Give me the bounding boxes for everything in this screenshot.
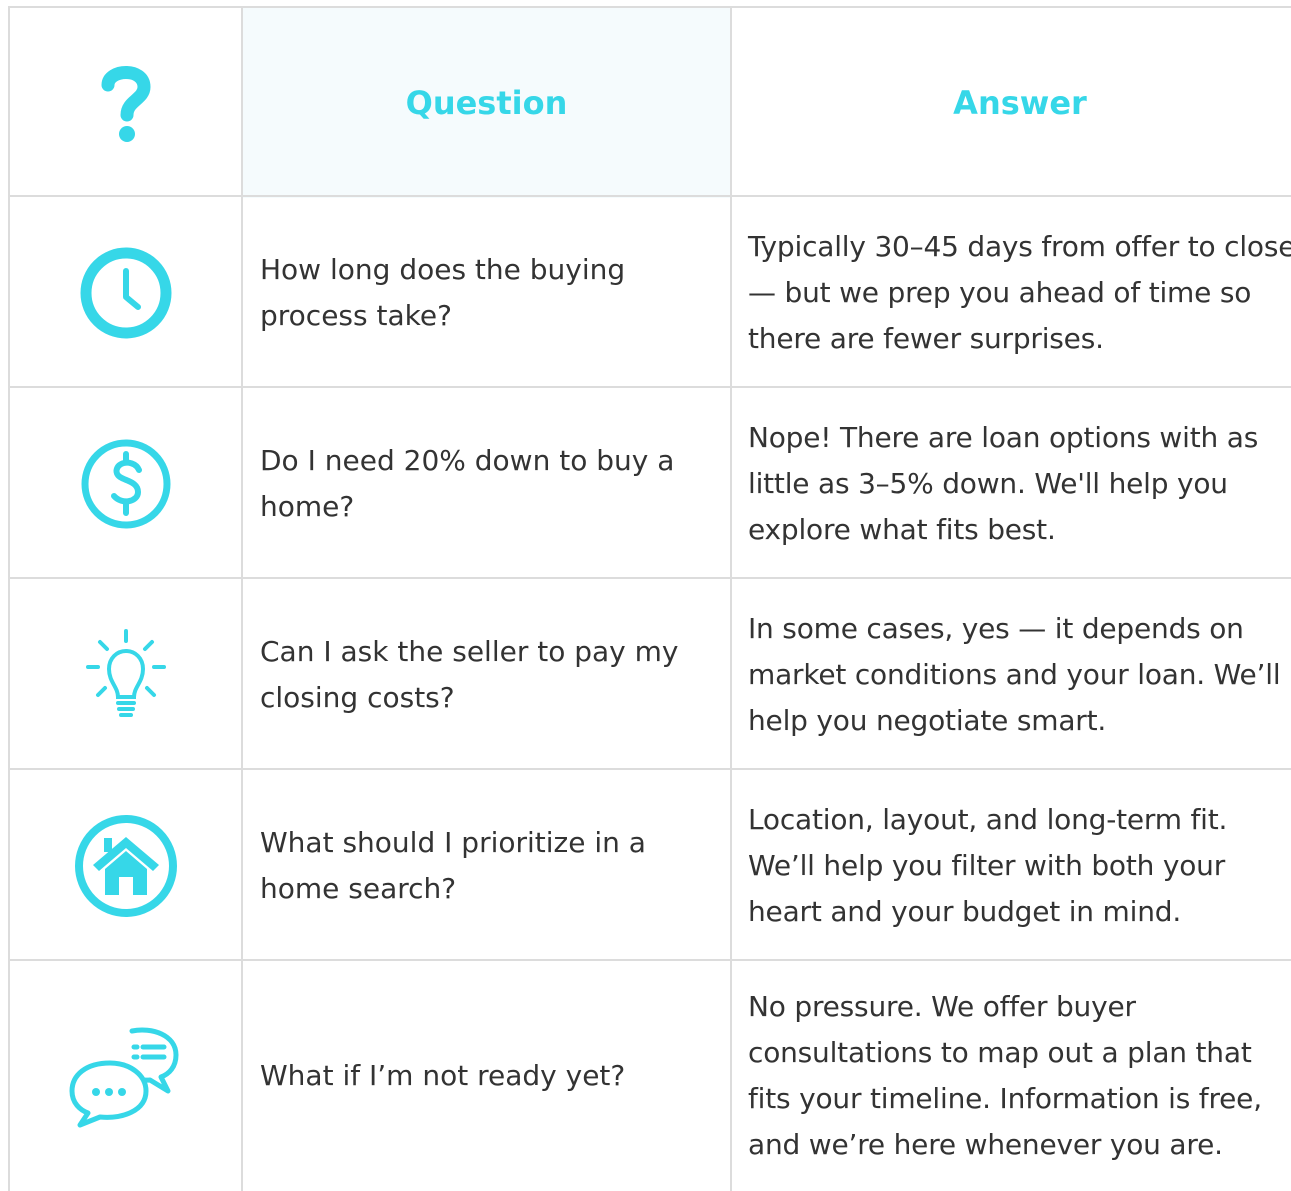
answer-text: No pressure. We offer buyer consultation…: [748, 990, 1262, 1161]
question-mark-icon: [101, 66, 151, 142]
house-circle-icon: [74, 815, 177, 917]
question-text: Do I need 20% down to buy a home?: [260, 444, 675, 523]
question-cell: How long does the buying process take?: [241, 197, 730, 389]
answer-text: Typically 30–45 days from offer to close…: [748, 230, 1291, 355]
table-row: What if I’m not ready yet? No pressure. …: [8, 959, 1291, 1191]
answer-cell: Typically 30–45 days from offer to close…: [730, 197, 1291, 389]
row-icon-cell: [8, 388, 241, 580]
answer-column-header: Answer: [953, 84, 1087, 122]
answer-text: In some cases, yes — it depends on marke…: [748, 612, 1281, 737]
answer-cell: In some cases, yes — it depends on marke…: [730, 579, 1291, 771]
lightbulb-icon: [85, 629, 166, 717]
question-column-header: Question: [405, 84, 568, 122]
chat-bubbles-icon: [69, 1027, 178, 1128]
table-row: Do I need 20% down to buy a home? Nope! …: [8, 386, 1291, 580]
header-icon-cell: [8, 8, 241, 198]
question-cell: Can I ask the seller to pay my closing c…: [241, 579, 730, 771]
question-cell: What should I prioritize in a home searc…: [241, 770, 730, 962]
row-icon-cell: [8, 197, 241, 389]
row-icon-cell: [8, 579, 241, 771]
row-icon-cell: [8, 770, 241, 962]
answer-cell: Location, layout, and long-term fit. We’…: [730, 770, 1291, 962]
header-answer-cell: Answer: [730, 8, 1291, 198]
answer-cell: No pressure. We offer buyer consultation…: [730, 961, 1291, 1191]
answer-text: Nope! There are loan options with as lit…: [748, 421, 1259, 546]
row-icon-cell: [8, 961, 241, 1191]
faq-table: Question Answer How long does the buying…: [8, 6, 1291, 1191]
question-text: Can I ask the seller to pay my closing c…: [260, 635, 679, 714]
question-text: How long does the buying process take?: [260, 253, 626, 332]
table-row: What should I prioritize in a home searc…: [8, 768, 1291, 962]
question-cell: What if I’m not ready yet?: [241, 961, 730, 1191]
answer-text: Location, layout, and long-term fit. We’…: [748, 803, 1228, 928]
question-cell: Do I need 20% down to buy a home?: [241, 388, 730, 580]
clock-icon: [80, 247, 171, 339]
header-row: Question Answer: [8, 6, 1291, 198]
question-text: What if I’m not ready yet?: [260, 1059, 626, 1092]
dollar-circle-icon: [81, 439, 170, 529]
table-row: How long does the buying process take? T…: [8, 195, 1291, 389]
table-row: Can I ask the seller to pay my closing c…: [8, 577, 1291, 771]
answer-cell: Nope! There are loan options with as lit…: [730, 388, 1291, 580]
header-question-cell: Question: [241, 8, 730, 198]
question-text: What should I prioritize in a home searc…: [260, 826, 646, 905]
